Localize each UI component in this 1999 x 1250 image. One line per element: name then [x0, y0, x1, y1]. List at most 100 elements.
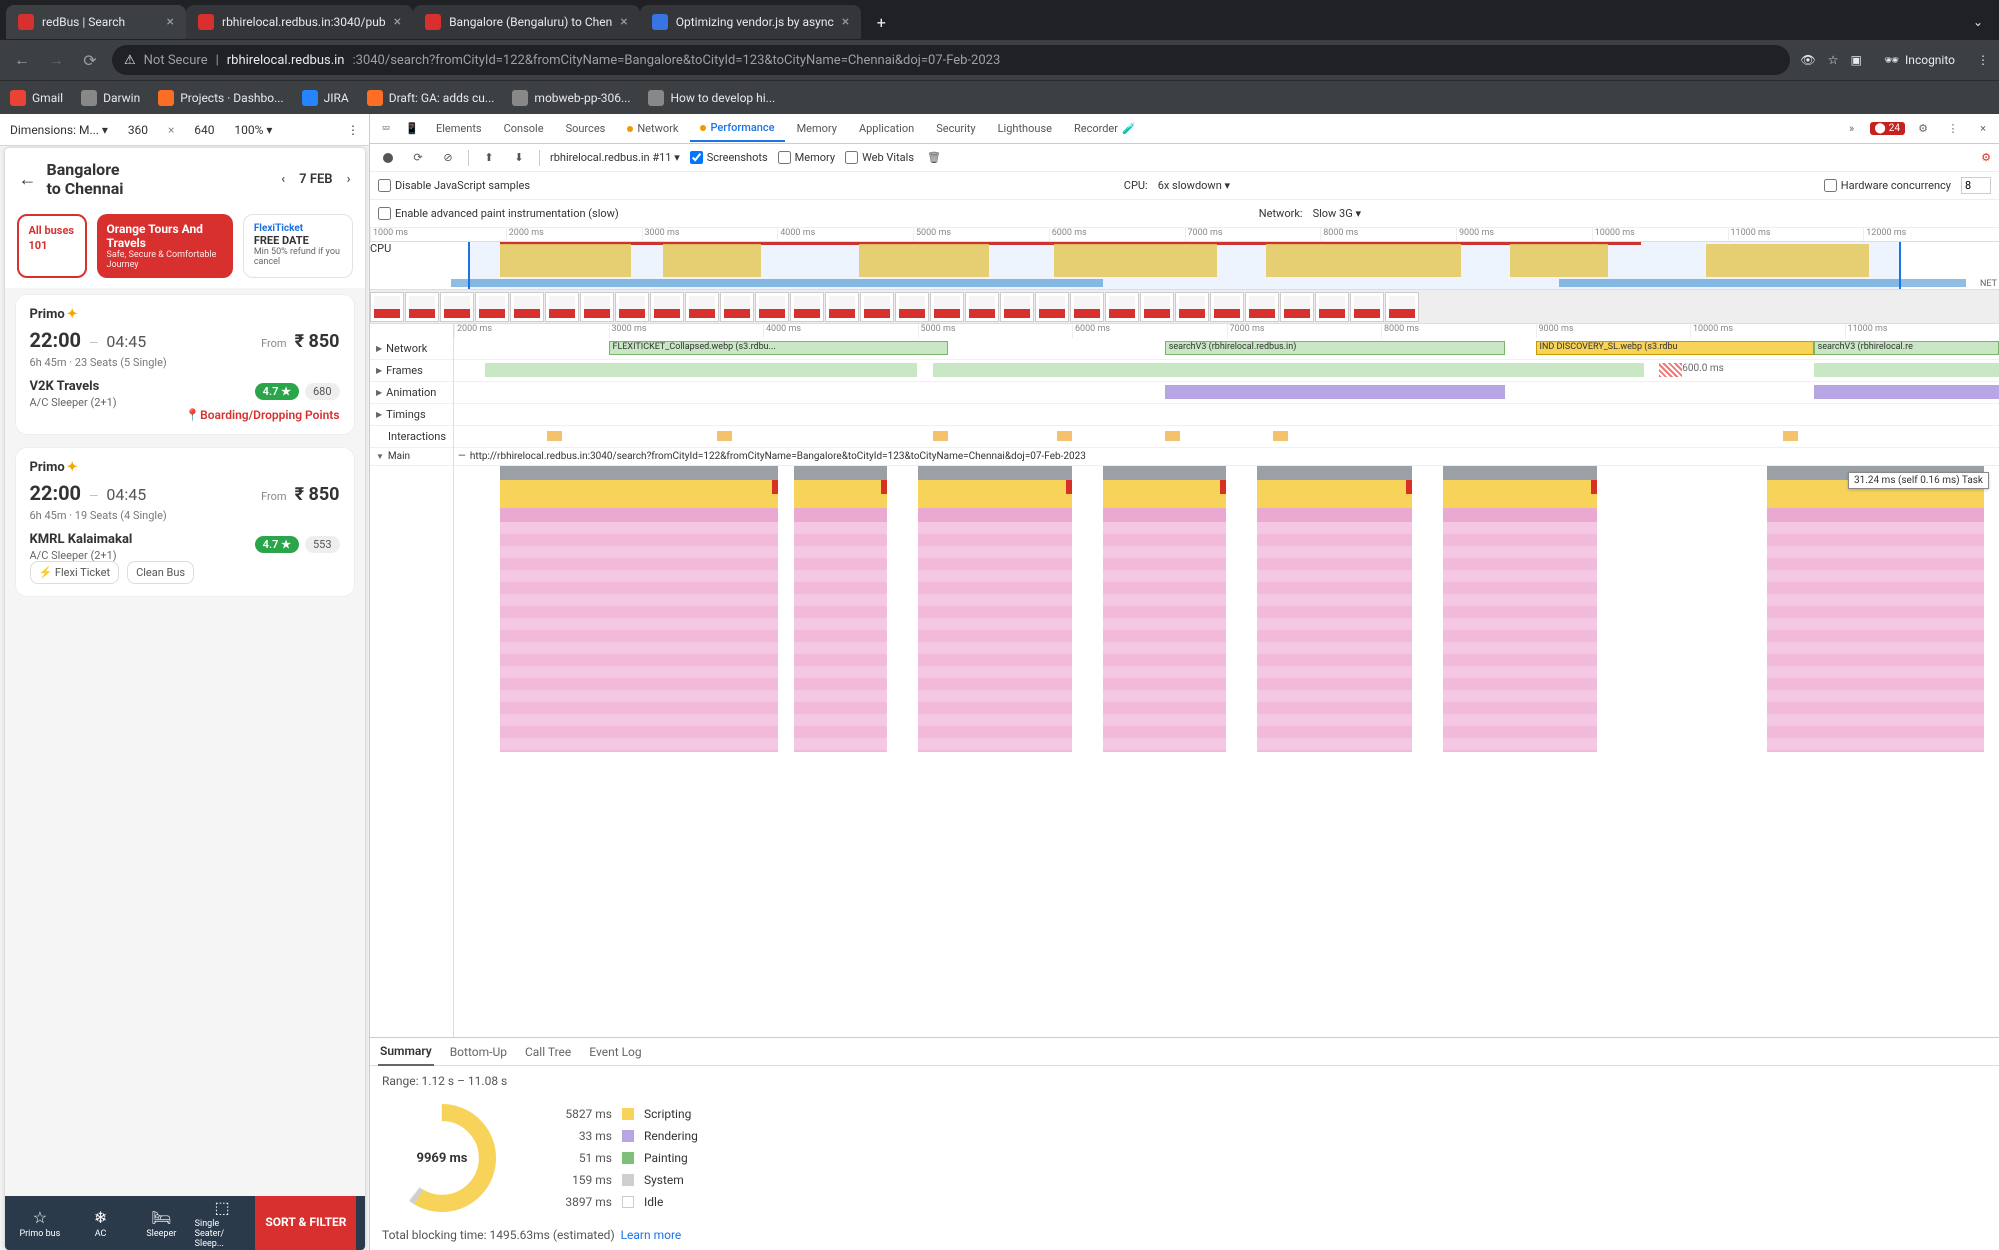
- screenshots-filmstrip[interactable]: [370, 290, 1999, 324]
- timeline-overview[interactable]: CPU NET: [370, 242, 1999, 290]
- track-frames[interactable]: ▶Frames: [370, 360, 453, 382]
- back-icon[interactable]: ←: [19, 169, 37, 190]
- track-interactions[interactable]: Interactions: [370, 426, 453, 448]
- address-bar[interactable]: ⚠ Not Secure | rbhirelocal.redbus.in:304…: [112, 45, 1790, 75]
- tab-recorder[interactable]: Recorder 🧪: [1064, 116, 1146, 141]
- memory-checkbox[interactable]: Memory: [778, 151, 835, 164]
- detail-tab-summary[interactable]: Summary: [378, 1038, 434, 1066]
- browser-tab[interactable]: Optimizing vendor.js by async ×: [640, 5, 862, 39]
- bookmark-item[interactable]: mobweb-pp-306...: [512, 90, 630, 106]
- prev-date-button[interactable]: ‹: [281, 172, 285, 187]
- interactions-lane[interactable]: [454, 426, 1999, 448]
- network-request[interactable]: searchV3 (rbhirelocal.re: [1814, 341, 1999, 355]
- network-throttle-dropdown[interactable]: Slow 3G ▾: [1313, 207, 1361, 220]
- record-button[interactable]: [378, 148, 398, 168]
- back-button[interactable]: ←: [10, 48, 34, 72]
- recording-dropdown[interactable]: rbhirelocal.redbus.in #11 ▾: [550, 151, 680, 164]
- tracks-ruler[interactable]: 2000 ms 3000 ms 4000 ms 5000 ms 6000 ms …: [454, 324, 1999, 338]
- eye-off-icon[interactable]: 👁: [1800, 53, 1815, 67]
- filter-single-seater[interactable]: ⬚Single Seater/ Sleep...: [195, 1198, 250, 1249]
- filter-sleeper[interactable]: 🛏Sleeper: [134, 1208, 189, 1239]
- load-profile-button[interactable]: ⬆: [479, 148, 499, 168]
- cpu-throttle-dropdown[interactable]: 6x slowdown ▾: [1158, 179, 1230, 192]
- disable-js-samples-checkbox[interactable]: Disable JavaScript samples: [378, 179, 530, 192]
- reload-button[interactable]: ⟳: [78, 48, 102, 72]
- zoom-dropdown[interactable]: 100% ▾: [234, 123, 272, 137]
- flame-chart[interactable]: 31.24 ms (self 0.16 ms) Task: [454, 466, 1999, 746]
- tab-application[interactable]: Application: [849, 116, 924, 141]
- chip-flexiticket[interactable]: FlexiTicket FREE DATE Min 50% refund if …: [243, 214, 353, 278]
- detail-tab-bottom-up[interactable]: Bottom-Up: [448, 1039, 509, 1065]
- device-mode-icon[interactable]: 📱: [400, 117, 424, 141]
- tab-sources[interactable]: Sources: [556, 116, 616, 141]
- browser-tab[interactable]: rbhirelocal.redbus.in:3040/pub ×: [186, 5, 413, 39]
- bus-card[interactable]: Primo✦ 22:00 — 04:45 From ₹ 850 6h 45m ·…: [15, 447, 355, 597]
- close-icon[interactable]: ×: [394, 14, 401, 30]
- frames-lane[interactable]: 600.0 ms: [454, 360, 1999, 382]
- next-date-button[interactable]: ›: [347, 172, 351, 187]
- bookmark-item[interactable]: Draft: GA: adds cu...: [367, 90, 495, 106]
- filter-primo[interactable]: ☆Primo bus: [13, 1208, 68, 1239]
- hw-concurrency-input[interactable]: [1961, 177, 1991, 194]
- more-icon[interactable]: ⋮: [347, 123, 359, 137]
- bookmark-item[interactable]: Projects · Dashbo...: [158, 90, 283, 106]
- overview-ruler[interactable]: 1000 ms 2000 ms 3000 ms 4000 ms 5000 ms …: [370, 228, 1999, 242]
- tab-list-button[interactable]: ⌄: [1973, 15, 1983, 29]
- filter-ac[interactable]: ❄AC: [73, 1208, 128, 1239]
- reload-record-button[interactable]: ⟳: [408, 148, 428, 168]
- network-lane[interactable]: FLEXITICKET_Collapsed.webp (s3.rdbu... s…: [454, 338, 1999, 360]
- settings-icon[interactable]: ⚙: [1911, 117, 1935, 141]
- date-label[interactable]: 7 FEB: [299, 172, 332, 187]
- close-icon[interactable]: ×: [842, 14, 849, 30]
- capture-settings-icon[interactable]: ⚙: [1981, 151, 1991, 164]
- close-devtools-icon[interactable]: ×: [1971, 117, 1995, 141]
- tab-console[interactable]: Console: [494, 116, 554, 141]
- height-input[interactable]: [184, 122, 224, 138]
- hw-concurrency-checkbox[interactable]: Hardware concurrency: [1824, 179, 1951, 192]
- track-main[interactable]: ▼Main: [370, 448, 453, 466]
- chip-operator-promo[interactable]: Orange Tours And Travels Safe, Secure & …: [97, 214, 233, 278]
- more-tabs-icon[interactable]: »: [1840, 117, 1864, 141]
- boarding-link[interactable]: 📍Boarding/Dropping Points: [30, 408, 340, 422]
- bookmark-item[interactable]: Gmail: [10, 90, 63, 106]
- chip-all-buses[interactable]: All buses 101: [17, 214, 87, 278]
- network-request[interactable]: IND DISCOVERY_SL.webp (s3.rdbu: [1536, 341, 1814, 355]
- star-icon[interactable]: ☆: [1828, 53, 1839, 67]
- bus-card[interactable]: Primo✦ 22:00 — 04:45 From ₹ 850 6h 45m ·…: [15, 294, 355, 435]
- browser-tab[interactable]: Bangalore (Bengaluru) to Chen ×: [413, 5, 640, 39]
- tab-performance[interactable]: Performance: [690, 115, 784, 142]
- bookmark-item[interactable]: How to develop hi...: [648, 90, 775, 106]
- tab-lighthouse[interactable]: Lighthouse: [988, 116, 1062, 141]
- tab-network[interactable]: Network: [617, 116, 688, 141]
- tab-elements[interactable]: Elements: [426, 116, 492, 141]
- track-timings[interactable]: ▶Timings: [370, 404, 453, 426]
- width-input[interactable]: [118, 122, 158, 138]
- track-animation[interactable]: ▶Animation: [370, 382, 453, 404]
- close-icon[interactable]: ×: [167, 14, 174, 30]
- web-vitals-checkbox[interactable]: Web Vitals: [845, 151, 914, 164]
- dimensions-dropdown[interactable]: Dimensions: M... ▾: [10, 123, 108, 137]
- timings-lane[interactable]: [454, 404, 1999, 426]
- tab-memory[interactable]: Memory: [787, 116, 847, 141]
- detail-tab-call-tree[interactable]: Call Tree: [523, 1039, 573, 1065]
- clear-button[interactable]: ⊘: [438, 148, 458, 168]
- trash-icon[interactable]: 🗑: [924, 148, 944, 168]
- learn-more-link[interactable]: Learn more: [621, 1228, 682, 1242]
- network-request[interactable]: searchV3 (rbhirelocal.redbus.in): [1165, 341, 1505, 355]
- tab-security[interactable]: Security: [926, 116, 985, 141]
- close-icon[interactable]: ×: [620, 14, 627, 30]
- bookmark-item[interactable]: JIRA: [302, 90, 349, 106]
- sort-filter-button[interactable]: SORT & FILTER: [255, 1196, 356, 1250]
- screenshots-checkbox[interactable]: Screenshots: [690, 151, 768, 164]
- panel-icon[interactable]: ▣: [1850, 53, 1861, 67]
- bookmark-item[interactable]: Darwin: [81, 90, 140, 106]
- forward-button[interactable]: →: [44, 48, 68, 72]
- track-network[interactable]: ▶Network: [370, 338, 453, 360]
- animation-lane[interactable]: [454, 382, 1999, 404]
- browser-tab[interactable]: redBus | Search ×: [6, 5, 186, 39]
- detail-tab-event-log[interactable]: Event Log: [587, 1039, 643, 1065]
- kebab-icon[interactable]: ⋮: [1941, 117, 1965, 141]
- new-tab-button[interactable]: +: [867, 8, 895, 36]
- network-request[interactable]: FLEXITICKET_Collapsed.webp (s3.rdbu...: [609, 341, 949, 355]
- save-profile-button[interactable]: ⬇: [509, 148, 529, 168]
